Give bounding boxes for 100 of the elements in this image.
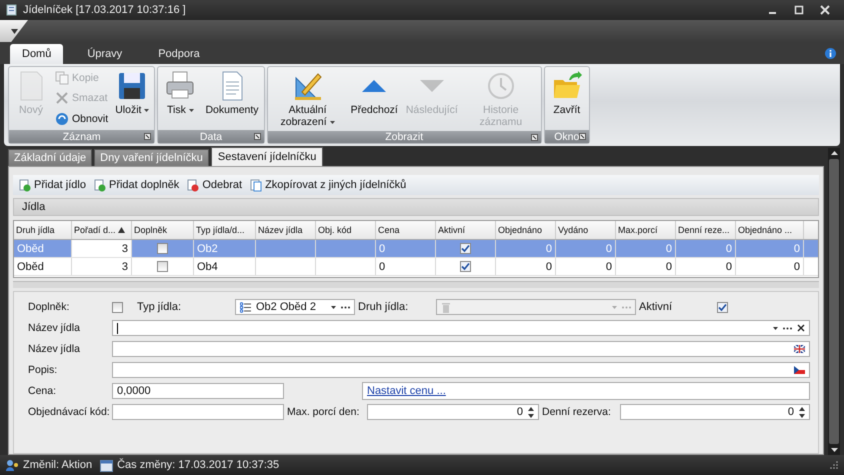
field-label: Druh jídla:	[358, 301, 410, 313]
more-icon[interactable]	[783, 326, 792, 330]
close-icon[interactable]	[820, 5, 830, 15]
caret-icon	[188, 108, 194, 112]
toolbar-button[interactable]: Přidat jídlo	[19, 178, 86, 192]
field-label: Objednávací kód:	[28, 406, 111, 418]
ribbon-button[interactable]: Předchozí	[348, 68, 401, 130]
spin-icon[interactable]	[799, 406, 805, 418]
checkbox[interactable]	[157, 261, 168, 272]
checkbox[interactable]	[460, 243, 471, 254]
checkbox[interactable]	[157, 243, 168, 254]
status-text: Změnil: Aktion	[23, 459, 92, 471]
scroll-up-icon[interactable]	[830, 151, 838, 155]
ribbon-tab[interactable]: Úpravy	[75, 44, 134, 64]
grid-row[interactable]: Oběd 3 Ob2 0 0 0 0 0 0	[14, 240, 818, 258]
calendar-icon	[100, 458, 114, 472]
dialog-launcher-icon[interactable]	[144, 133, 152, 140]
ribbon-tab[interactable]: Podpora	[146, 44, 212, 64]
resize-grip-icon[interactable]	[830, 461, 838, 469]
input-field[interactable]	[112, 404, 284, 420]
input-field[interactable]	[112, 362, 810, 378]
set-price-link[interactable]: Nastavit cenu ...	[367, 385, 446, 397]
info-icon[interactable]	[825, 48, 836, 59]
maximize-icon[interactable]	[794, 5, 804, 15]
column-header[interactable]: Typ jídla/d...	[194, 221, 256, 239]
checkbox[interactable]	[460, 261, 471, 272]
column-header[interactable]: Denní reze...	[676, 221, 736, 239]
table-cell: 0	[546, 260, 552, 272]
column-header[interactable]: Max.porcí	[616, 221, 676, 239]
column-header[interactable]: Objednáno	[496, 221, 556, 239]
caret-icon	[330, 120, 335, 124]
table-cell: 0	[379, 260, 386, 272]
table-cell: 0	[794, 260, 800, 272]
grid-row[interactable]: Oběd 3 Ob4 0 0 0 0 0 0	[14, 258, 818, 276]
table-cell: Oběd	[17, 260, 44, 272]
caret-icon	[144, 108, 150, 112]
dialog-launcher-icon[interactable]	[254, 133, 261, 140]
field-label: Doplněk:	[28, 301, 70, 313]
caret-icon	[10, 28, 18, 34]
ribbon-button[interactable]: Aktuální zobrazení	[270, 68, 346, 130]
scroll-down-icon[interactable]	[830, 448, 838, 452]
user-key-icon	[6, 459, 19, 471]
checkbox[interactable]	[717, 302, 728, 312]
page-tab[interactable]: Sestavení jídelníčku	[210, 147, 324, 166]
caret-icon[interactable]	[331, 306, 336, 308]
group-label: Záznam	[62, 130, 101, 142]
column-header[interactable]: Aktivní	[436, 221, 496, 239]
type-combo[interactable]: Ob2 Oběd 2	[235, 299, 355, 315]
field-label: Popis:	[28, 364, 58, 376]
field-label: Max. porcí den:	[287, 406, 360, 418]
spin-field[interactable]: 0	[367, 404, 539, 420]
table-cell: 0	[794, 242, 800, 254]
ribbon-button[interactable]: Tisk	[160, 68, 200, 129]
caret-icon[interactable]	[773, 326, 778, 330]
field-label: Název jídla	[28, 343, 81, 355]
checkbox[interactable]	[112, 302, 123, 312]
field-label: Typ jídla:	[137, 301, 182, 313]
input-field[interactable]	[112, 341, 810, 357]
table-cell: Ob4	[197, 260, 218, 272]
document-icon	[19, 178, 31, 192]
list-icon	[240, 302, 251, 312]
dialog-launcher-icon[interactable]	[578, 133, 586, 140]
ribbon-button[interactable]: Dokumenty	[202, 68, 262, 129]
ribbon-button[interactable]: Zavřít	[546, 68, 587, 129]
toolbar-button[interactable]: Zkopírovat z jiných jídelníčků	[250, 178, 406, 192]
group-label: Data	[200, 130, 222, 142]
column-header[interactable]: Druh jídla	[14, 221, 72, 239]
splitter-handle[interactable]	[13, 281, 819, 288]
ribbon-button[interactable]: Uložit	[112, 68, 152, 129]
input-field[interactable]: 0,0000	[112, 383, 284, 399]
ribbon-tab[interactable]: Domů	[10, 44, 64, 64]
ribbon-button[interactable]: Obnovit	[55, 112, 108, 126]
spin-icon[interactable]	[528, 406, 534, 418]
more-icon[interactable]	[341, 306, 350, 308]
table-cell: 0	[379, 242, 386, 254]
quick-access-button[interactable]	[0, 20, 28, 42]
spin-field[interactable]: 0	[620, 404, 810, 420]
scrollbar[interactable]	[828, 148, 840, 455]
document-icon	[187, 178, 200, 192]
status-text: Čas změny: 17.03.2017 10:37:35	[117, 459, 280, 471]
copy-icon	[250, 178, 262, 192]
table-cell: 0	[606, 260, 612, 272]
dialog-launcher-icon[interactable]	[530, 134, 538, 141]
column-header[interactable]: Doplněk	[132, 221, 194, 239]
column-header[interactable]: Obj. kód	[316, 221, 376, 239]
refresh-icon	[55, 112, 69, 126]
toolbar-button[interactable]: Odebrat	[187, 178, 242, 192]
column-header[interactable]: Název jídla	[256, 221, 316, 239]
field-label: Cena:	[28, 385, 58, 397]
table-cell: 0	[666, 260, 672, 272]
clear-icon[interactable]	[797, 324, 805, 332]
column-header[interactable]: Cena	[376, 221, 436, 239]
table-cell: 3	[122, 260, 128, 272]
table-cell: 0	[726, 242, 732, 254]
flag-icon	[794, 345, 805, 353]
field-label: Aktivní	[639, 301, 674, 313]
column-header[interactable]: Pořadí d...	[72, 221, 132, 239]
toolbar-button[interactable]: Přidat doplněk	[94, 178, 180, 192]
column-header[interactable]: Vydáno	[556, 221, 616, 239]
column-header[interactable]: Objednáno ...	[736, 221, 804, 239]
